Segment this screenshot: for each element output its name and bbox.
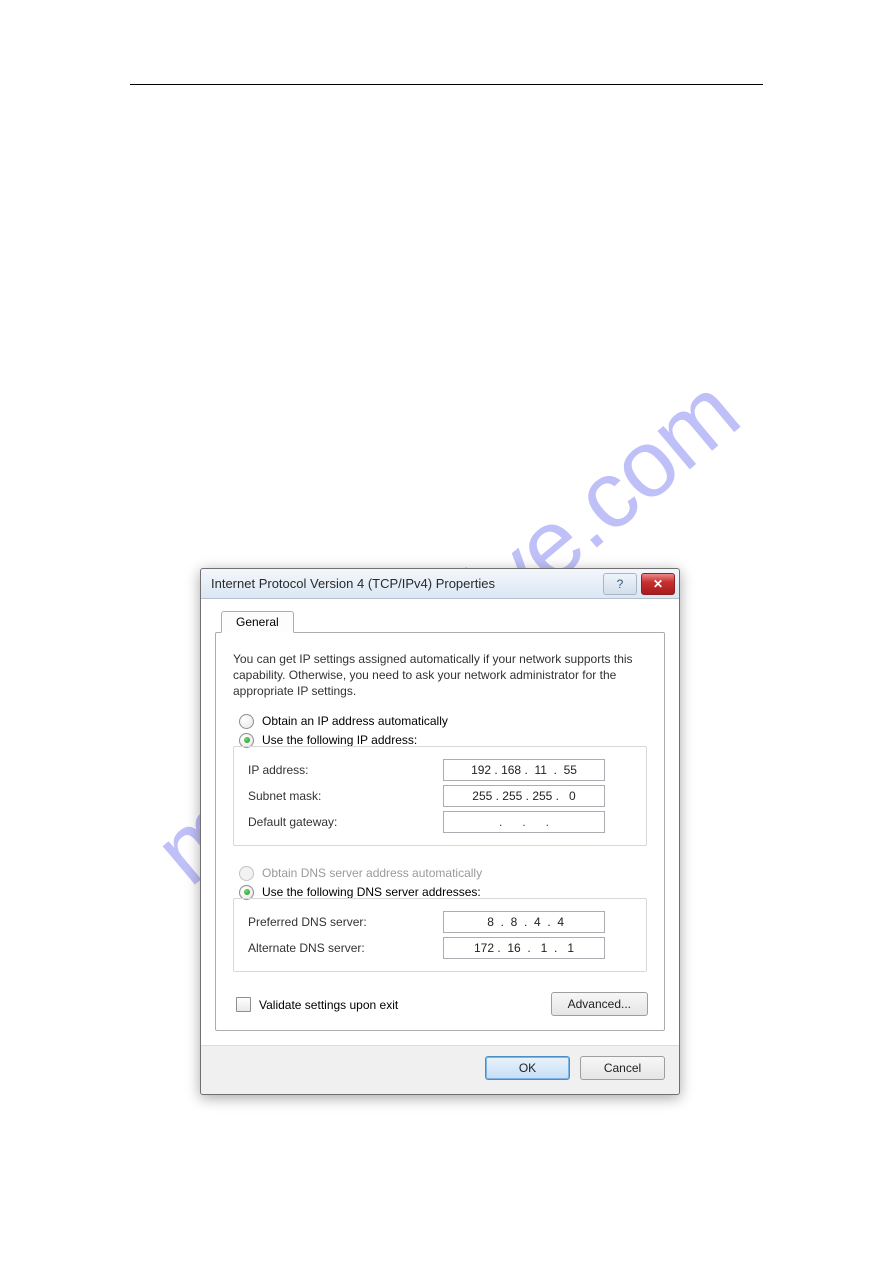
default-gateway-label: Default gateway: [244,815,443,829]
help-icon: ? [617,577,624,591]
close-icon: ✕ [653,577,663,591]
alternate-dns-input[interactable]: 172 . 16 . 1 . 1 [443,937,605,959]
help-button[interactable]: ? [603,573,637,595]
ip-address-group: Obtain an IP address automatically Use t… [230,714,650,852]
subnet-mask-label: Subnet mask: [244,789,443,803]
ip-address-label: IP address: [244,763,443,777]
preferred-dns-label: Preferred DNS server: [244,915,443,929]
radio-label: Use the following IP address: [262,733,417,747]
validate-settings-checkbox[interactable]: Validate settings upon exit [236,997,398,1012]
dns-group: Obtain DNS server address automatically … [230,866,650,978]
ip-address-input[interactable]: 192 . 168 . 11 . 55 [443,759,605,781]
cancel-button[interactable]: Cancel [580,1056,665,1080]
close-button[interactable]: ✕ [641,573,675,595]
dns-fields-frame: Preferred DNS server: 8 . 8 . 4 . 4 Alte… [233,898,647,972]
horizontal-rule [130,84,763,85]
default-gateway-input[interactable]: . . . [443,811,605,833]
alternate-dns-label: Alternate DNS server: [244,941,443,955]
checkbox-label: Validate settings upon exit [259,998,398,1012]
tab-strip: General [215,609,665,632]
tab-panel-general: You can get IP settings assigned automat… [215,632,665,1031]
titlebar[interactable]: Internet Protocol Version 4 (TCP/IPv4) P… [201,569,679,599]
ipv4-properties-dialog: Internet Protocol Version 4 (TCP/IPv4) P… [200,568,680,1095]
subnet-mask-input[interactable]: 255 . 255 . 255 . 0 [443,785,605,807]
preferred-dns-input[interactable]: 8 . 8 . 4 . 4 [443,911,605,933]
radio-icon [239,866,254,881]
radio-label: Obtain an IP address automatically [262,714,448,728]
radio-icon [239,714,254,729]
radio-obtain-dns-auto: Obtain DNS server address automatically [239,866,647,881]
ip-fields-frame: IP address: 192 . 168 . 11 . 55 Subnet m… [233,746,647,846]
radio-label: Use the following DNS server addresses: [262,885,481,899]
advanced-button[interactable]: Advanced... [551,992,648,1016]
checkbox-icon [236,997,251,1012]
description-text: You can get IP settings assigned automat… [233,651,647,700]
dialog-footer: OK Cancel [201,1045,679,1094]
ok-button[interactable]: OK [485,1056,570,1080]
dialog-title: Internet Protocol Version 4 (TCP/IPv4) P… [211,576,603,591]
tab-general[interactable]: General [221,611,294,633]
radio-obtain-ip-auto[interactable]: Obtain an IP address automatically [239,714,647,729]
radio-label: Obtain DNS server address automatically [262,866,482,880]
